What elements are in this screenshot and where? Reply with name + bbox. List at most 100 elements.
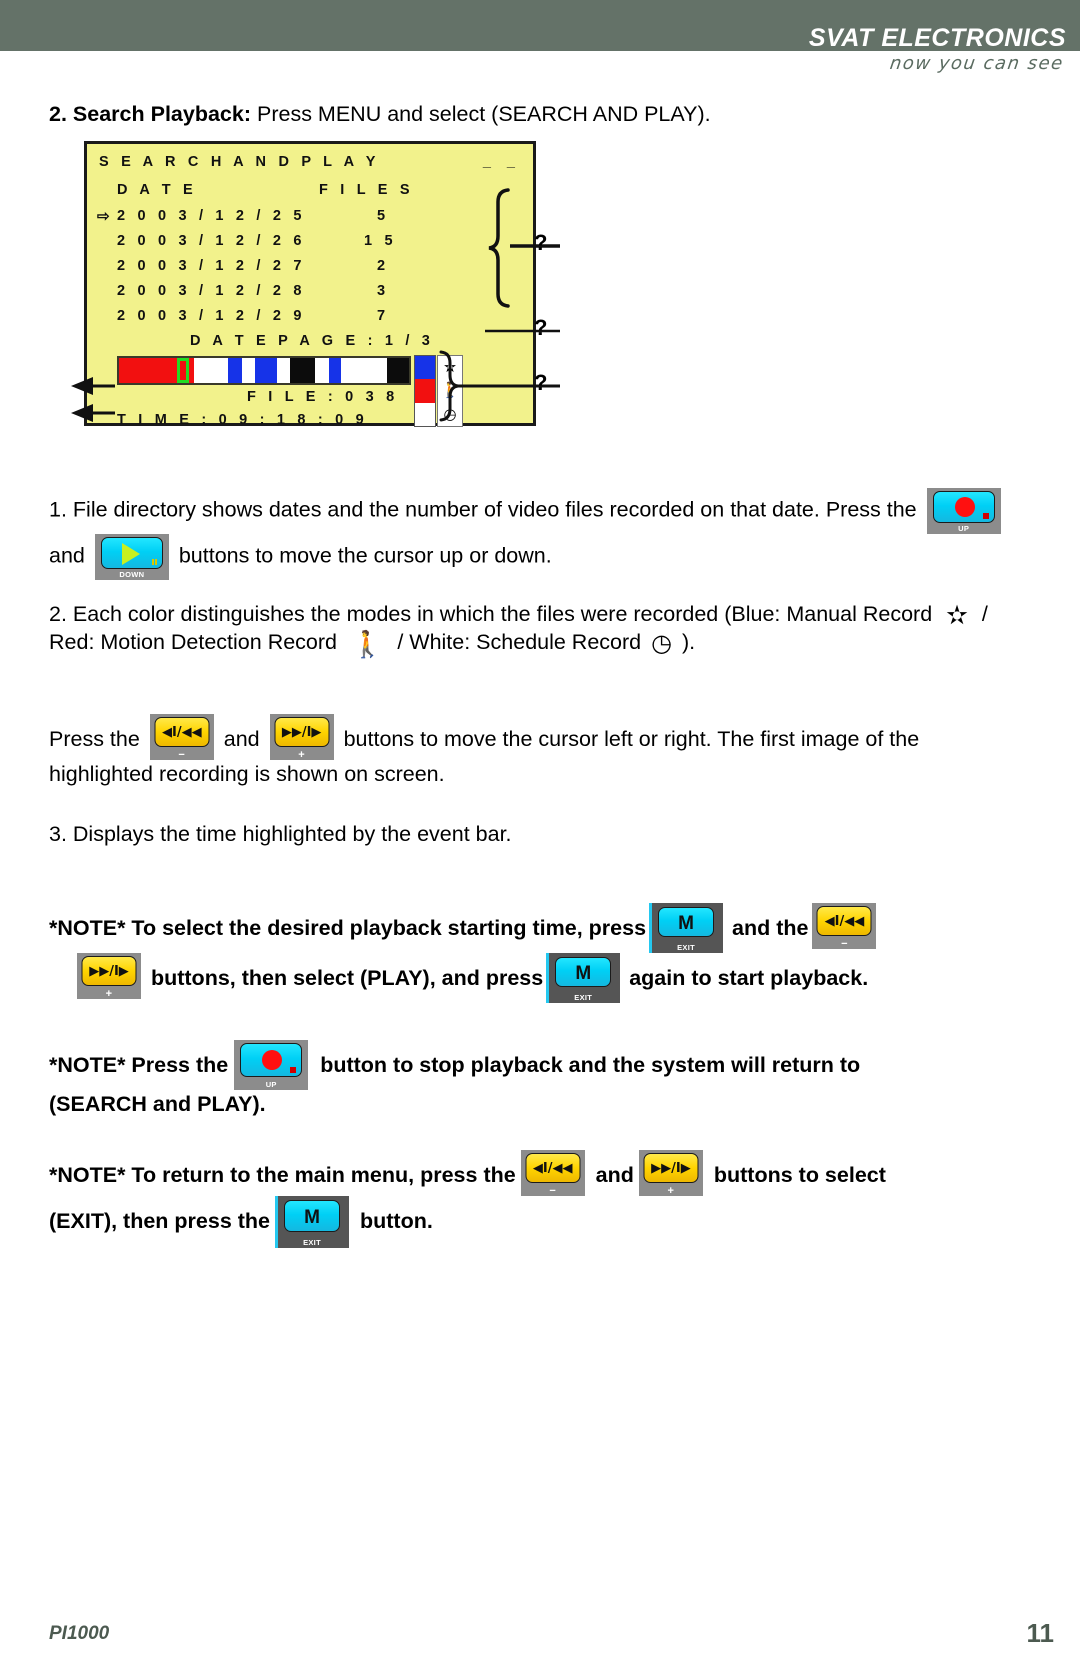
osd-row-date: 2 0 0 3 / 1 2 / 2 5	[117, 208, 306, 224]
legend-color-swatch	[415, 402, 435, 426]
event-bar-segment[interactable]	[329, 358, 341, 383]
event-bar-segment[interactable]	[290, 358, 316, 383]
button-face	[932, 491, 995, 523]
left-arrow-button-graphic[interactable]: ◀I/◀◀ −	[520, 1150, 585, 1197]
note-3: *NOTE* To return to the main menu, press…	[49, 1150, 1009, 1248]
osd-figure: S E A R C H A N D P L A Y _ _ D A T E F …	[60, 138, 560, 448]
footer-model: PI1000	[49, 1623, 110, 1644]
instruction-item-2-text-a: 2. Each color distinguishes the modes in…	[49, 602, 939, 626]
instruction-item-3-text: 3. Displays the time highlighted by the …	[49, 822, 512, 846]
right-arrow-glyph: ▶▶/I▶	[89, 964, 129, 979]
instruction-item-2: 2. Each color distinguishes the modes in…	[49, 600, 1009, 657]
event-bar-segment[interactable]	[241, 358, 255, 383]
section-heading-number: 2.	[49, 102, 67, 126]
event-bar-segment[interactable]	[386, 358, 409, 383]
running-person-icon: 🚶	[440, 382, 460, 400]
osd-row-date: 2 0 0 3 / 1 2 / 2 9	[117, 308, 306, 324]
osd-row-files: 1 5	[364, 233, 397, 249]
record-square-icon	[982, 513, 989, 519]
right-arrow-button-graphic[interactable]: ▶▶/I▶ +	[269, 714, 334, 761]
brand-title: SVAT ELECTRONICS	[808, 24, 1066, 52]
osd-corner-marks: _ _	[482, 154, 521, 170]
button-face	[240, 1043, 303, 1077]
left-button-caption: −	[178, 749, 186, 761]
menu-letter: M	[575, 963, 592, 984]
left-arrow-button-graphic[interactable]: ◀I/◀◀ −	[812, 903, 877, 950]
note-3-text-e: button.	[354, 1209, 433, 1233]
button-face: ◀I/◀◀	[525, 1153, 581, 1183]
hand-manual-icon: ✫	[443, 359, 457, 377]
left-button-caption: −	[841, 938, 848, 950]
osd-row-files: 7	[377, 308, 390, 324]
footer-page-number: 11	[1026, 1618, 1055, 1648]
note-2-text-c: (SEARCH and PLAY).	[49, 1092, 266, 1116]
note-1-text-b: and the	[726, 916, 809, 940]
right-button-caption: +	[667, 1185, 675, 1197]
menu-button-graphic[interactable]: M EXIT	[649, 903, 724, 953]
hand-manual-icon: ✫	[946, 600, 968, 631]
section-heading: 2. Search Playback: Press MENU and selec…	[49, 100, 1009, 128]
event-bar-segment[interactable]	[193, 358, 229, 383]
brand-tagline: now you can see	[888, 53, 1066, 74]
pause-bars-icon	[151, 559, 157, 565]
note-1-text-a: *NOTE* To select the desired playback st…	[49, 916, 647, 940]
right-button-caption: +	[105, 988, 113, 1000]
note-1-text-c: buttons, then select (PLAY), and press	[145, 966, 544, 990]
osd-time-label: T I M E : 0 9 : 1 8 : 0 9	[117, 412, 368, 428]
running-person-icon: 🚶	[350, 628, 384, 659]
osd-column-files: F I L E S	[319, 182, 414, 198]
button-face: M	[555, 957, 612, 987]
event-bar-segment[interactable]	[315, 358, 330, 383]
clock-icon: ◷	[443, 405, 457, 423]
instruction-item-2-text-d: ).	[676, 630, 696, 655]
right-arrow-button-graphic[interactable]: ▶▶/I▶ +	[77, 953, 141, 1000]
osd-row-cursor-icon: ⇨	[97, 208, 110, 225]
menu-button-graphic[interactable]: M EXIT	[275, 1196, 350, 1248]
right-button-caption: +	[298, 749, 305, 761]
record-square-icon	[290, 1067, 297, 1073]
note-2-text-b: button to stop playback and the system w…	[314, 1053, 861, 1077]
up-button-graphic[interactable]: UP	[234, 1040, 309, 1090]
event-bar-segment[interactable]	[228, 358, 242, 383]
down-button-graphic[interactable]: DOWN	[94, 534, 169, 580]
menu-button-graphic[interactable]: M EXIT	[546, 953, 621, 1003]
up-button-graphic[interactable]: UP	[926, 488, 1001, 534]
osd-legend-icons: ✫ 🚶 ◷	[437, 355, 463, 427]
event-bar-segment-selected[interactable]	[177, 358, 190, 383]
menu-button-caption: EXIT	[303, 1238, 321, 1247]
osd-row-date: 2 0 0 3 / 1 2 / 2 7	[117, 258, 306, 274]
clock-icon: ◷	[651, 629, 673, 657]
osd-row-files: 2	[377, 258, 390, 274]
osd-date-page: D A T E P A G E : 1 / 3	[190, 333, 435, 349]
event-bar-segment[interactable]	[254, 358, 278, 383]
down-button-caption: DOWN	[119, 570, 145, 579]
instruction-item-2-text-f: and	[217, 727, 266, 751]
instruction-item-2-text-c: / White: Schedule Record	[391, 630, 648, 655]
osd-row-date: 2 0 0 3 / 1 2 / 2 6	[117, 233, 306, 249]
menu-button-caption: EXIT	[677, 943, 695, 952]
osd-title: S E A R C H A N D P L A Y	[99, 154, 380, 170]
event-bar-segment[interactable]	[119, 358, 177, 383]
legend-color-swatch	[415, 356, 435, 380]
left-arrow-glyph: ◀I/◀◀	[532, 1161, 573, 1176]
event-bar-segment[interactable]	[277, 358, 291, 383]
note-3-text-a: *NOTE* To return to the main menu, press…	[49, 1163, 516, 1187]
right-arrow-glyph: ▶▶/I▶	[281, 725, 322, 740]
record-dot-icon	[262, 1050, 283, 1070]
button-face: ▶▶/I▶	[274, 717, 330, 747]
note-3-text-c: buttons to select	[707, 1163, 886, 1187]
note-3-text-d: (EXIT), then press the	[49, 1209, 271, 1233]
osd-legend-colors	[414, 355, 436, 427]
section-heading-rest: Press MENU and select (SEARCH AND PLAY).	[251, 102, 711, 126]
right-arrow-button-graphic[interactable]: ▶▶/I▶ +	[638, 1150, 703, 1197]
record-dot-icon	[954, 497, 975, 517]
event-bar-segment[interactable]	[340, 358, 387, 383]
up-button-caption: UP	[265, 1080, 277, 1089]
button-face: ▶▶/I▶	[643, 1153, 699, 1183]
right-arrow-glyph: ▶▶/I▶	[651, 1161, 691, 1176]
button-face: ◀I/◀◀	[816, 906, 872, 936]
osd-event-bar[interactable]	[117, 356, 411, 385]
left-arrow-glyph: ◀I/◀◀	[162, 725, 202, 740]
left-arrow-button-graphic[interactable]: ◀I/◀◀ −	[149, 714, 214, 761]
left-arrow-glyph: ◀I/◀◀	[824, 914, 865, 929]
